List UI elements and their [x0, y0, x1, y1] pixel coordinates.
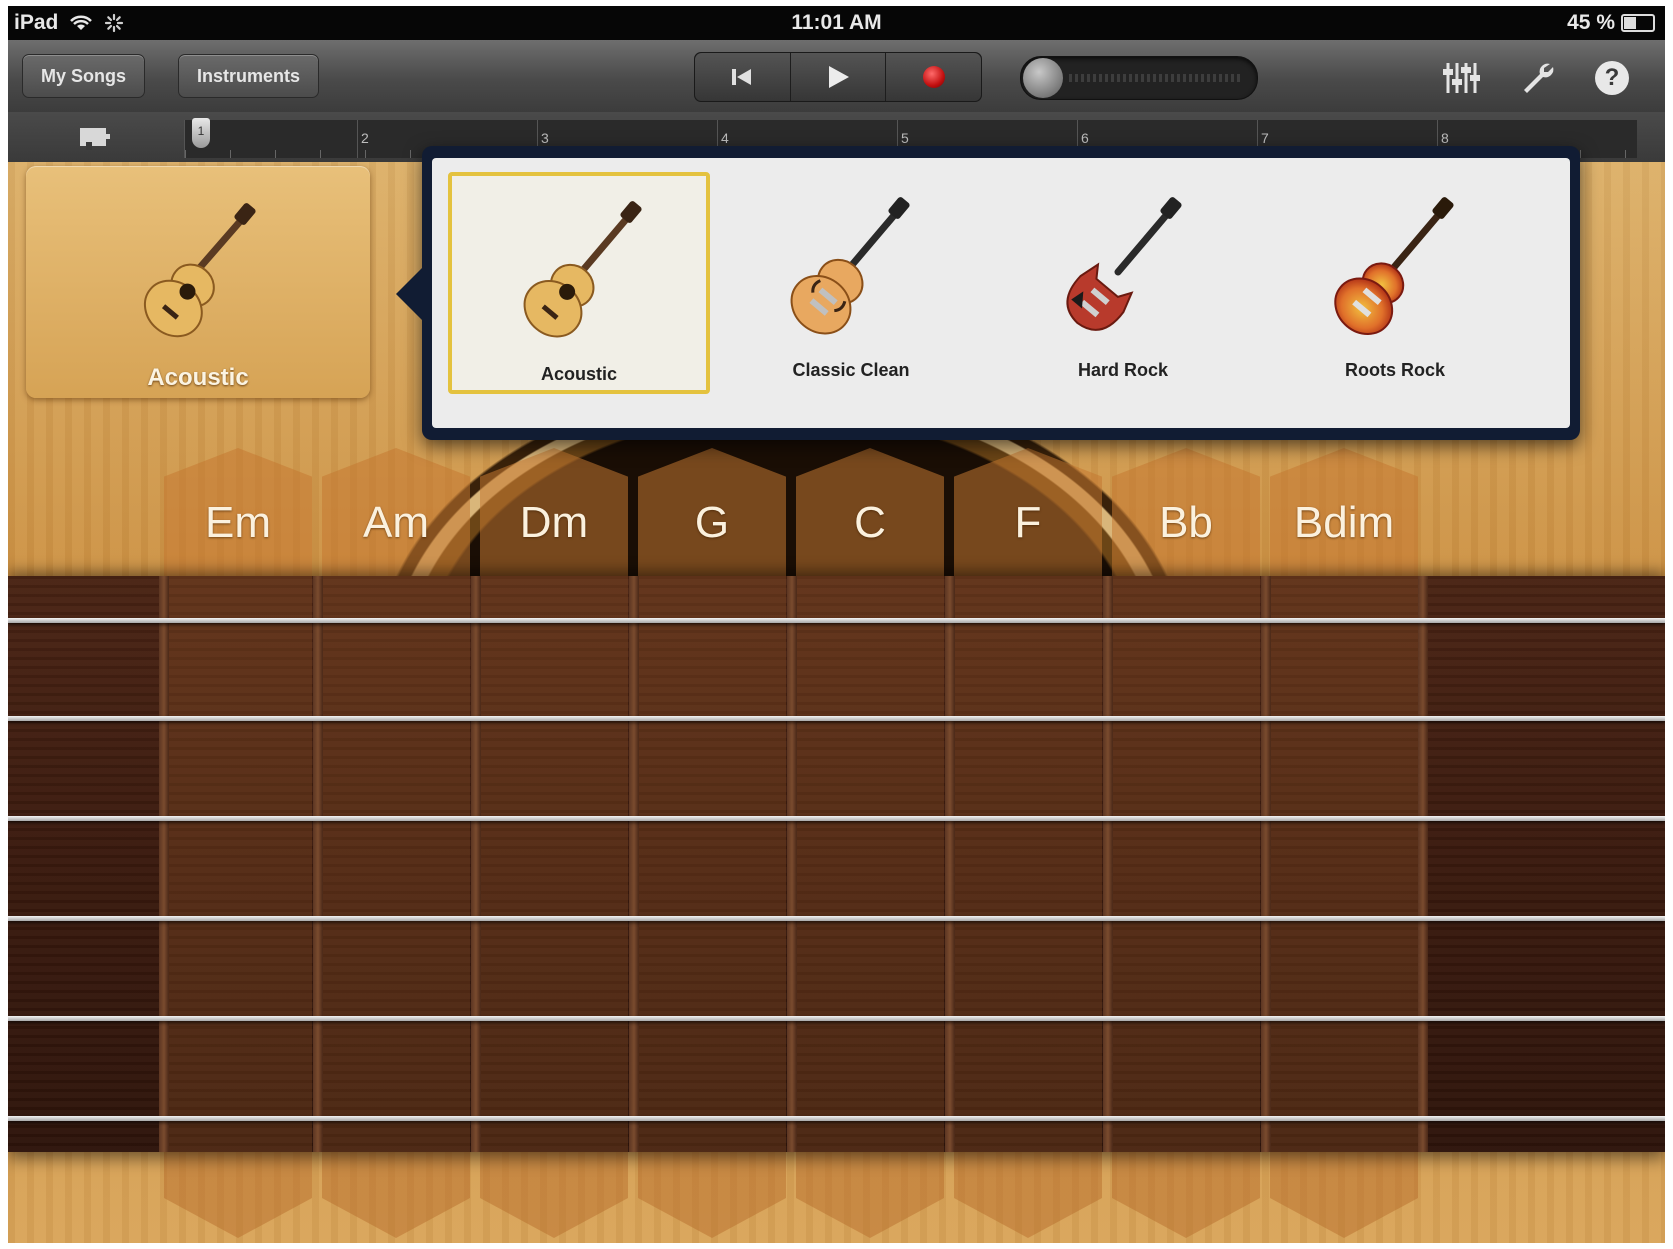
- master-volume-slider[interactable]: [1020, 56, 1258, 100]
- popover-arrow: [396, 268, 422, 320]
- bar-number: 6: [1081, 130, 1089, 146]
- battery-percent: 45 %: [1567, 11, 1615, 34]
- instrument-option-label: Roots Rock: [1344, 360, 1445, 380]
- help-icon: ?: [1595, 61, 1629, 95]
- bar-number: 4: [721, 130, 729, 146]
- guitar-string-4[interactable]: [8, 916, 1665, 921]
- instrument-picker-panel: Acoustic Classic Clean Hard Rock Roots R…: [432, 158, 1570, 428]
- guitar-string-6[interactable]: [8, 1116, 1665, 1121]
- instrument-option-classic-clean[interactable]: Classic Clean: [720, 172, 982, 394]
- bar-number: 7: [1261, 130, 1269, 146]
- current-instrument-button[interactable]: Acoustic: [26, 166, 370, 398]
- clock: 11:01 AM: [791, 11, 882, 34]
- mixer-button[interactable]: [1440, 56, 1484, 100]
- loop-settings-icon[interactable]: [74, 122, 118, 152]
- chord-label: Dm: [519, 498, 589, 547]
- acoustic-guitar-icon: [143, 203, 256, 338]
- wrench-icon: [1524, 63, 1554, 93]
- fret: [787, 576, 797, 1152]
- settings-button[interactable]: [1516, 56, 1560, 100]
- playhead[interactable]: 1: [192, 118, 210, 148]
- my-songs-button[interactable]: My Songs: [22, 54, 146, 98]
- fret: [1418, 576, 1428, 1152]
- instrument-option-label: Acoustic: [540, 364, 618, 384]
- fret: [159, 576, 169, 1152]
- instrument-option-acoustic[interactable]: Acoustic: [448, 172, 710, 394]
- bar-number: 5: [901, 130, 909, 146]
- fret: [1103, 576, 1113, 1152]
- play-icon: [829, 66, 849, 88]
- instrument-option-roots-rock[interactable]: Roots Rock: [1264, 172, 1526, 394]
- guitar-string-5[interactable]: [8, 1016, 1665, 1021]
- bar-number: 3: [541, 130, 549, 146]
- fretboard[interactable]: [8, 576, 1665, 1152]
- acoustic-guitar-icon: [523, 201, 642, 338]
- guitar-string-2[interactable]: [8, 716, 1665, 721]
- hollow-body-guitar-icon: [790, 197, 910, 335]
- status-bar: iPad 11:01 AM 45 %: [8, 6, 1665, 40]
- play-button[interactable]: [790, 53, 887, 101]
- fret: [471, 576, 481, 1152]
- fret: [313, 576, 323, 1152]
- garageband-smart-guitar-screen: iPad 11:01 AM 45 % My Songs Instruments …: [8, 6, 1665, 1243]
- mixer-icon: [1443, 63, 1480, 93]
- guitar-string-3[interactable]: [8, 816, 1665, 821]
- battery-icon: [1621, 14, 1655, 32]
- transport-controls: [694, 52, 982, 102]
- sg-guitar-icon: [1066, 197, 1182, 331]
- go-to-beginning-icon: [732, 69, 752, 85]
- instruments-button[interactable]: Instruments: [178, 54, 320, 98]
- fret: [945, 576, 955, 1152]
- bar-number: 8: [1441, 130, 1449, 146]
- les-paul-guitar-icon: [1334, 197, 1454, 335]
- help-button[interactable]: ?: [1590, 56, 1634, 100]
- chord-label: Em: [205, 498, 271, 547]
- chord-label: Am: [363, 498, 429, 547]
- instrument-picker-popover: Acoustic Classic Clean Hard Rock Roots R…: [396, 146, 1580, 440]
- guitar-string-1[interactable]: [8, 618, 1665, 623]
- toolbar: My Songs Instruments ?: [8, 40, 1665, 114]
- chord-label: C: [854, 498, 886, 547]
- record-button[interactable]: [886, 53, 982, 101]
- instrument-option-label: Classic Clean: [792, 360, 910, 380]
- chord-label: F: [1014, 498, 1042, 547]
- bar-number: 2: [361, 130, 369, 146]
- chord-label: Bb: [1159, 498, 1213, 547]
- fret: [629, 576, 639, 1152]
- current-instrument-label: Acoustic: [147, 364, 249, 391]
- instrument-option-hard-rock[interactable]: Hard Rock: [992, 172, 1254, 394]
- go-to-beginning-button[interactable]: [695, 53, 791, 101]
- record-icon: [922, 66, 945, 88]
- chord-label: Bdim: [1293, 498, 1395, 547]
- chord-label: G: [694, 498, 730, 547]
- volume-knob[interactable]: [1023, 58, 1063, 98]
- instrument-option-label: Hard Rock: [1077, 360, 1169, 380]
- fret: [1261, 576, 1271, 1152]
